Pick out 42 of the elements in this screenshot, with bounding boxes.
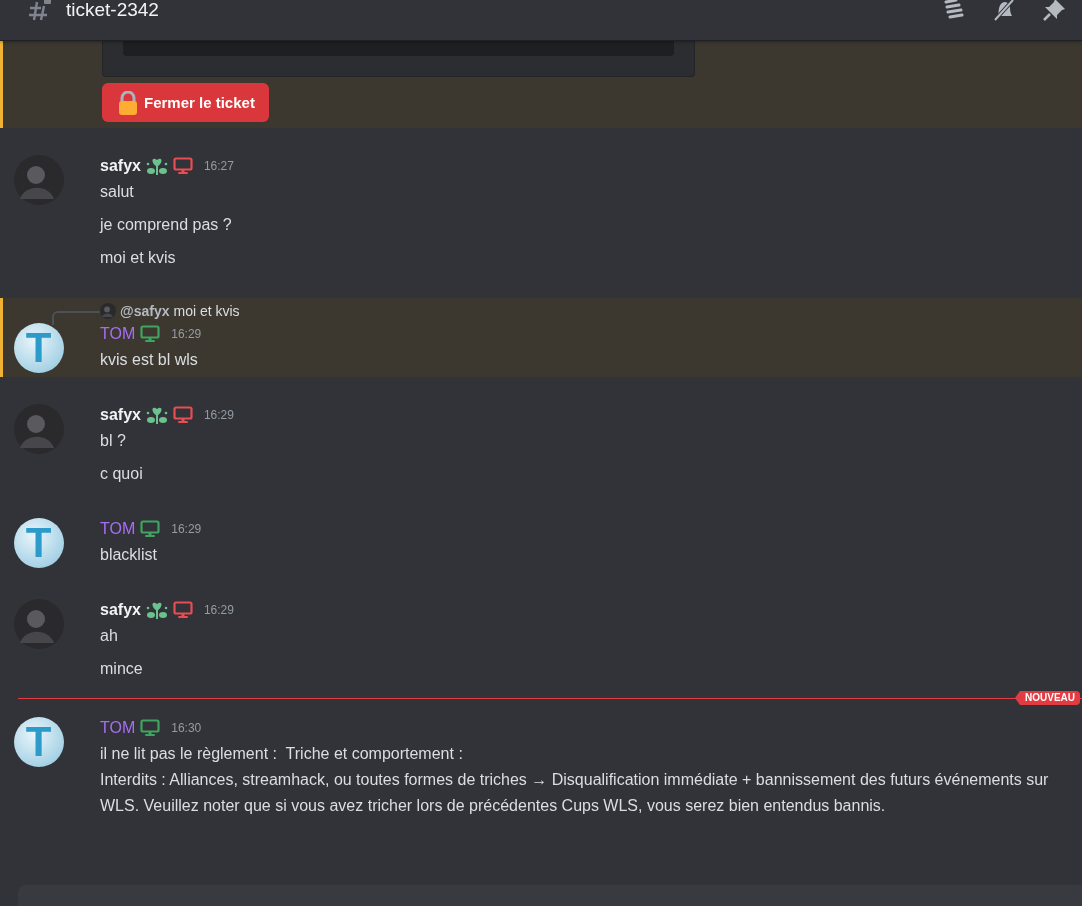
message-text: moi et kvis	[100, 248, 177, 268]
timestamp: 16:29	[203, 408, 234, 422]
close-ticket-button[interactable]: Fermer le ticket	[102, 83, 269, 122]
reply-mention[interactable]: @safyx	[120, 303, 170, 319]
message-text: il ne lit pas le règlement : Triche et comportement : Interdits : Alliances, streamhack, ou toutes formes de triches → Disqualification immédiate + bannissement des futurs événements sur WLS. Veuillez noter que si vous avez tricher lors de précédentes Cups WLS, vous serez bien entendus bannis.	[100, 744, 1050, 816]
pin-icon[interactable]	[1042, 0, 1066, 22]
timestamp: 16:29	[171, 522, 202, 536]
author-name[interactable]: safyx	[100, 157, 141, 175]
author-name[interactable]: TOM	[100, 719, 136, 737]
flower-badge-icon	[145, 405, 168, 425]
avatar[interactable]: T	[13, 323, 64, 373]
timestamp: 16:29	[203, 603, 234, 617]
new-label: NOUVEAU	[1015, 691, 1080, 705]
message-text: je comprend pas ?	[100, 215, 233, 235]
author-name[interactable]: safyx	[100, 601, 141, 619]
message-text: kvis est bl wls	[100, 350, 199, 370]
timestamp: 16:30	[171, 721, 202, 735]
flower-badge-icon	[145, 156, 168, 176]
message-text: c quoi	[100, 464, 144, 484]
avatar[interactable]	[13, 599, 64, 649]
lock-icon	[118, 90, 138, 115]
muted-bell-icon[interactable]	[992, 0, 1016, 22]
channel-name: ticket-2342	[66, 0, 159, 21]
author-name[interactable]: TOM	[100, 520, 136, 538]
avatar[interactable]: T	[13, 717, 64, 767]
message-text: bl ?	[100, 431, 127, 451]
reply-preview[interactable]: moi et kvis	[173, 303, 240, 319]
avatar[interactable]: T	[13, 518, 64, 568]
channel-hash-icon	[28, 0, 52, 22]
message-text: salut	[100, 182, 135, 202]
avatar[interactable]	[13, 404, 64, 454]
timestamp: 16:29	[171, 327, 202, 341]
flower-badge-icon	[145, 600, 168, 620]
author-name[interactable]: safyx	[100, 406, 141, 424]
timestamp: 16:27	[203, 159, 234, 173]
reply-connector	[52, 311, 100, 325]
message-text: ah	[100, 626, 119, 646]
reply-avatar[interactable]	[100, 303, 116, 319]
message-text: mince	[100, 659, 144, 679]
message-text: blacklist	[100, 545, 158, 565]
author-name[interactable]: TOM	[100, 325, 136, 343]
avatar[interactable]	[13, 155, 64, 205]
